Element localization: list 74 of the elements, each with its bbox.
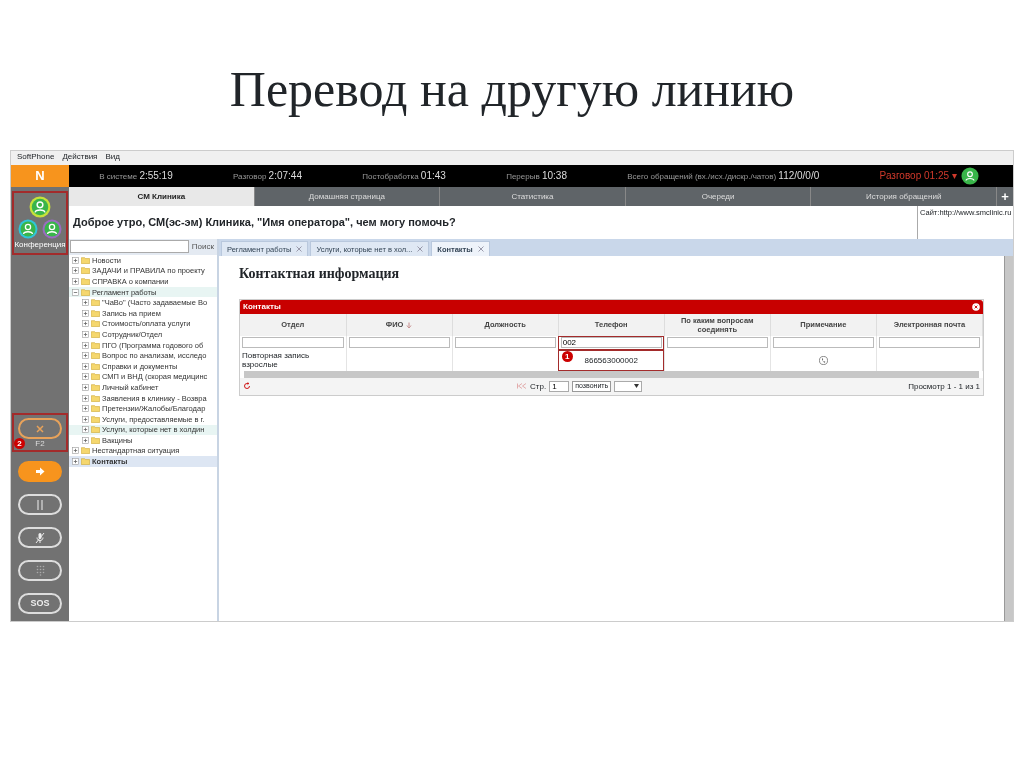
expand-icon[interactable]	[72, 447, 79, 455]
expand-icon[interactable]	[82, 383, 89, 391]
filter-field[interactable]	[772, 337, 874, 349]
filter-field[interactable]	[666, 337, 768, 349]
expand-icon[interactable]	[82, 394, 89, 402]
greeting-text: Доброе утро, СМ(эс-эм) Клиника, "Имя оператора", чем могу помочь?	[72, 215, 457, 230]
forward-button[interactable]	[18, 461, 62, 482]
collapse-icon[interactable]	[72, 288, 79, 296]
menu-item[interactable]: Вид	[105, 152, 120, 164]
pause-icon	[37, 499, 43, 510]
expand-icon[interactable]	[82, 320, 89, 328]
search-button[interactable]: Поиск	[189, 240, 216, 254]
page-heading: Контактная информация	[239, 266, 401, 283]
expand-icon[interactable]	[82, 309, 89, 317]
sort-arrow-icon[interactable]	[406, 321, 413, 329]
menu-item[interactable]: SoftPhone	[17, 152, 55, 164]
expand-icon[interactable]	[82, 373, 89, 381]
scrollbar[interactable]	[1004, 256, 1013, 621]
dialpad-button[interactable]	[18, 560, 62, 581]
expand-icon[interactable]	[82, 405, 89, 413]
close-icon	[36, 424, 44, 433]
conference-label: Конференция	[14, 240, 66, 250]
muted-microphone-icon	[35, 531, 45, 544]
filter-field[interactable]	[242, 337, 344, 349]
rows-per-page-select[interactable]	[614, 381, 643, 392]
call-timer: Разговор 01:25 ▾	[879, 170, 957, 182]
page-field[interactable]: 1	[549, 381, 570, 392]
grid-title: Контакты	[243, 302, 281, 312]
transfer-button[interactable]	[18, 418, 62, 440]
expand-icon[interactable]	[82, 415, 89, 423]
filter-field[interactable]: 002	[560, 337, 662, 349]
page-label: Стр.	[530, 381, 547, 392]
expand-icon[interactable]	[82, 436, 89, 444]
horizontal-scrollbar[interactable]	[244, 371, 979, 378]
expand-icon[interactable]	[82, 341, 89, 349]
mute-button[interactable]	[18, 527, 62, 548]
status-item: Всего обращений (вх./исх./дискр./чатов) 112/0/0/0	[627, 170, 820, 182]
hold-button[interactable]	[18, 494, 62, 515]
sos-button[interactable]: SOS	[18, 593, 62, 614]
close-icon[interactable]	[972, 302, 980, 311]
expand-icon[interactable]	[82, 299, 89, 307]
phone-icon[interactable]	[818, 356, 828, 365]
menu-item[interactable]: Действия	[62, 152, 98, 164]
shortcut-label: F2	[35, 439, 45, 449]
expand-icon[interactable]	[72, 256, 79, 264]
expand-icon[interactable]	[82, 330, 89, 338]
expand-icon[interactable]	[82, 362, 89, 370]
refresh-icon[interactable]	[243, 382, 251, 391]
close-icon[interactable]	[477, 246, 484, 252]
expand-icon[interactable]	[82, 426, 89, 434]
filter-field[interactable]	[878, 337, 980, 349]
arrow-right-icon	[35, 467, 45, 476]
status-item: Постобработка 01:43	[362, 170, 446, 182]
expand-icon[interactable]	[72, 278, 79, 285]
caret-icon	[634, 384, 640, 389]
expand-icon[interactable]	[72, 458, 79, 466]
callout-badge: 2	[14, 438, 25, 449]
dialpad-icon	[35, 565, 45, 576]
callout-badge: 1	[561, 350, 573, 362]
table-cell: 866563000002	[584, 355, 638, 365]
expand-icon[interactable]	[72, 267, 79, 275]
tab[interactable]: СМ Клиника	[69, 187, 255, 206]
status-item: Перерыв 10:38	[506, 170, 567, 182]
expand-icon[interactable]	[82, 352, 89, 360]
search-field[interactable]	[70, 240, 189, 253]
user-avatar-icon[interactable]	[960, 167, 979, 185]
logo: N	[11, 165, 69, 187]
filter-field[interactable]	[454, 337, 556, 349]
table-cell: Повторная запись взрослые	[242, 350, 310, 370]
status-item: В системе 2:55:19	[99, 170, 173, 182]
status-item: Разговор 2:07:44	[233, 170, 302, 182]
filter-field[interactable]	[348, 337, 450, 349]
slide-title: Перевод на другую линию	[228, 60, 796, 119]
grid-summary: Просмотр 1 - 1 из 1	[908, 381, 980, 392]
